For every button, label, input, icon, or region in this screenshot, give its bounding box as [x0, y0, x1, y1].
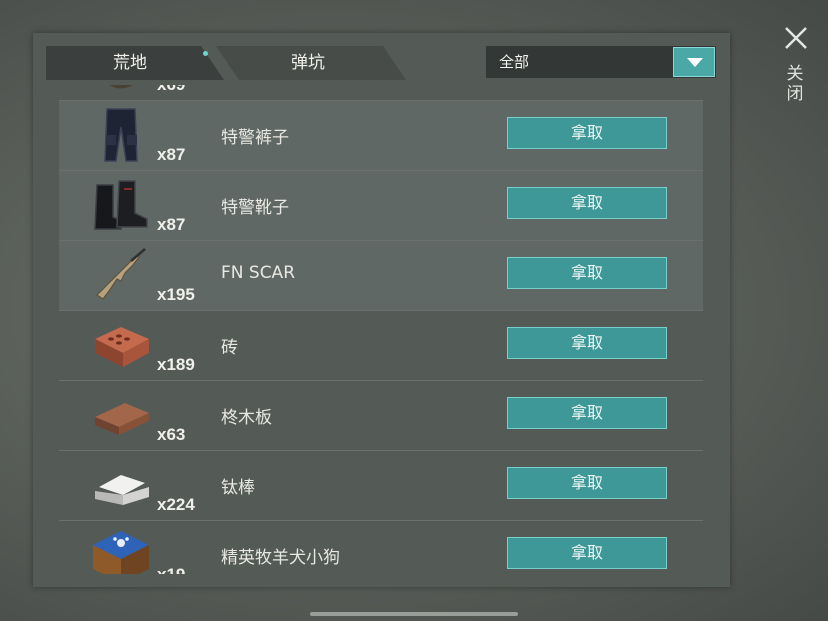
take-button[interactable]: 拿取 — [507, 327, 667, 359]
take-button[interactable]: 拿取 — [507, 467, 667, 499]
take-button[interactable]: 拿取 — [507, 117, 667, 149]
tab-bar: 弹坑 荒地 — [46, 46, 406, 80]
close-button[interactable]: 关闭 — [780, 22, 814, 112]
list-item: x224 钛棒 拿取 — [59, 451, 703, 521]
rifle-icon — [96, 248, 146, 300]
pants-icon — [109, 85, 133, 89]
item-quantity: x19 — [157, 565, 185, 574]
list-item: x69 — [59, 85, 703, 101]
close-icon — [785, 27, 807, 49]
take-button[interactable]: 拿取 — [507, 257, 667, 289]
item-name: 精英牧羊犬小狗 — [221, 548, 340, 568]
item-name: FN SCAR — [221, 263, 296, 283]
loot-panel: 弹坑 荒地 全部 x69 x87 特警裤子 拿取 — [33, 33, 730, 587]
list-item: x63 柊木板 拿取 — [59, 381, 703, 451]
swat-boots-icon — [94, 180, 148, 230]
tab-crater[interactable]: 弹坑 — [216, 46, 406, 80]
take-button[interactable]: 拿取 — [507, 537, 667, 569]
dropdown-button[interactable] — [673, 47, 715, 77]
tab-crater-label: 弹坑 — [291, 53, 325, 73]
titanium-bar-icon — [95, 475, 149, 505]
take-button[interactable]: 拿取 — [507, 397, 667, 429]
brick-icon — [95, 327, 149, 367]
filter-selected: 全部 — [499, 53, 530, 71]
item-quantity: x224 — [157, 495, 195, 514]
filter-dropdown[interactable]: 全部 — [486, 46, 716, 78]
notification-dot — [203, 51, 208, 56]
item-list[interactable]: x69 x87 特警裤子 拿取 x87 特警靴子 拿取 — [59, 85, 703, 574]
swat-pants-icon — [104, 108, 138, 162]
item-quantity: x87 — [157, 215, 186, 234]
tab-wasteland[interactable]: 荒地 — [46, 46, 224, 80]
close-label: 关闭 — [786, 64, 804, 104]
item-name: 特警裤子 — [221, 128, 289, 148]
item-quantity: x87 — [157, 145, 186, 164]
home-indicator[interactable] — [310, 612, 518, 616]
item-name: 柊木板 — [221, 408, 272, 428]
list-item: x19 精英牧羊犬小狗 拿取 — [59, 521, 703, 574]
item-name: 钛棒 — [221, 478, 255, 498]
take-button[interactable]: 拿取 — [507, 187, 667, 219]
list-item: x189 砖 拿取 — [59, 311, 703, 381]
chevron-down-icon — [687, 58, 703, 67]
item-quantity: x195 — [157, 285, 195, 304]
dog-box-icon — [93, 531, 149, 574]
list-item: x87 特警靴子 拿取 — [59, 171, 703, 241]
item-quantity: x189 — [157, 355, 195, 374]
item-name: 砖 — [221, 338, 238, 358]
tab-wasteland-label: 荒地 — [113, 53, 147, 73]
list-item: x195 FN SCAR 拿取 — [59, 241, 703, 311]
item-name: 特警靴子 — [221, 198, 289, 218]
wood-plank-icon — [95, 403, 149, 435]
item-quantity: x69 — [157, 85, 185, 95]
item-quantity: x63 — [157, 425, 186, 444]
list-item: x87 特警裤子 拿取 — [59, 101, 703, 171]
